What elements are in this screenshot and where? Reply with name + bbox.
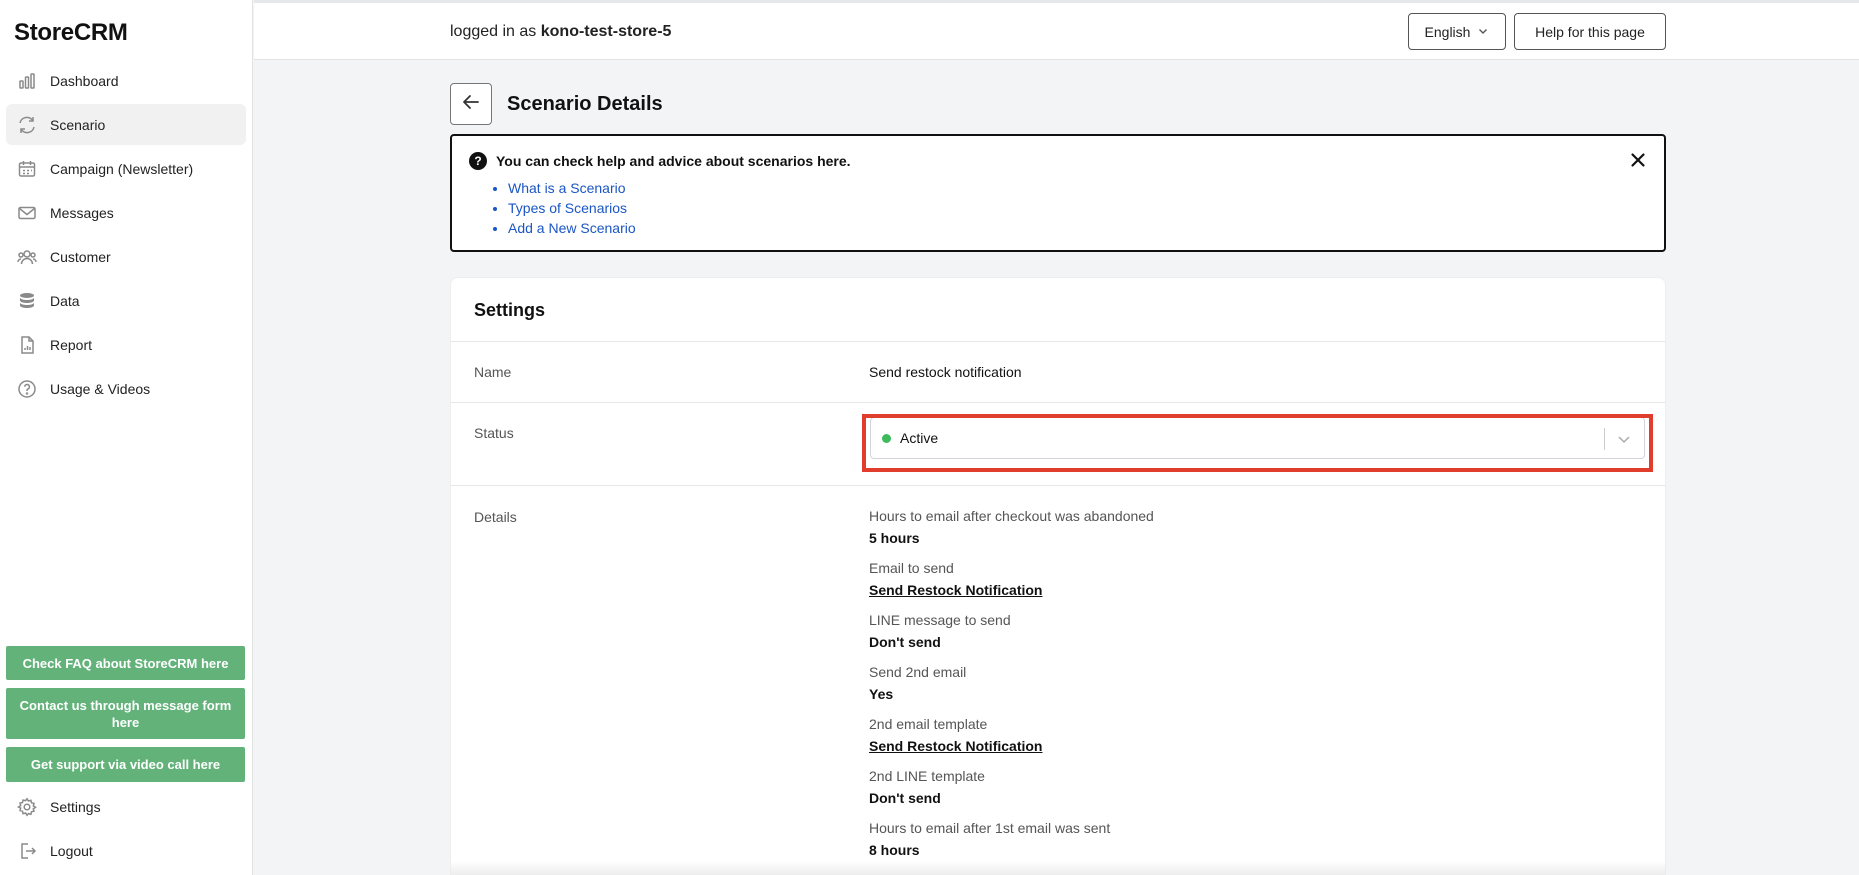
chevron-down-icon	[1477, 24, 1489, 40]
status-selected-value: Active	[900, 430, 939, 446]
sidebar-item-label: Dashboard	[50, 72, 119, 89]
chevron-down-icon[interactable]	[1614, 429, 1634, 449]
sidebar-item-label: Campaign (Newsletter)	[50, 160, 194, 177]
divider	[451, 402, 1665, 403]
settings-card: Settings Name Send restock notification …	[450, 277, 1666, 875]
detail-label: LINE message to send	[869, 612, 1011, 628]
sidebar-item-label: Settings	[50, 798, 101, 815]
report-icon	[16, 334, 38, 356]
sidebar: StoreCRM Dashboard Scenario Campaign (Ne…	[0, 0, 253, 875]
status-label: Status	[474, 425, 514, 441]
help-link-add-new-scenario[interactable]: Add a New Scenario	[508, 220, 636, 236]
list-item: Add a New Scenario	[508, 218, 636, 238]
question-circle-icon	[16, 378, 38, 400]
help-links-list: What is a Scenario Types of Scenarios Ad…	[488, 178, 636, 238]
detail-label: Send 2nd email	[869, 664, 967, 680]
status-select[interactable]: Active	[870, 417, 1645, 459]
sidebar-item-usage-videos[interactable]: Usage & Videos	[6, 368, 246, 409]
logged-in-prefix: logged in as	[450, 23, 537, 40]
sidebar-item-scenario[interactable]: Scenario	[6, 104, 246, 145]
sidebar-item-label: Scenario	[50, 116, 106, 133]
detail-hours-after-abandon: Hours to email after checkout was abando…	[869, 508, 1154, 547]
mail-icon	[16, 202, 38, 224]
language-label: English	[1424, 23, 1471, 40]
users-icon	[16, 246, 38, 268]
logged-in-status: logged in as kono-test-store-5	[450, 23, 671, 41]
help-link-what-is-scenario[interactable]: What is a Scenario	[508, 180, 626, 196]
sidebar-item-messages[interactable]: Messages	[6, 192, 246, 233]
store-name: kono-test-store-5	[540, 23, 672, 40]
close-icon	[1629, 153, 1647, 173]
help-box-heading-text: You can check help and advice about scen…	[496, 153, 851, 169]
contact-form-button[interactable]: Contact us through message form here	[6, 688, 245, 739]
sidebar-item-dashboard[interactable]: Dashboard	[6, 60, 246, 101]
sidebar-nav: Dashboard Scenario Campaign (Newsletter)…	[6, 60, 246, 412]
help-link-types-of-scenarios[interactable]: Types of Scenarios	[508, 200, 627, 216]
name-label: Name	[474, 364, 512, 380]
status-active-dot	[882, 433, 891, 443]
detail-value: Don't send	[869, 634, 941, 650]
sidebar-item-label: Customer	[50, 248, 111, 265]
database-icon	[16, 290, 38, 312]
back-button[interactable]	[450, 83, 492, 125]
top-bar: logged in as kono-test-store-5 English H…	[254, 0, 1859, 60]
detail-value: Don't send	[869, 790, 941, 806]
detail-line-message: LINE message to send Don't send	[869, 612, 1011, 651]
close-help-button[interactable]	[1629, 151, 1647, 169]
divider	[451, 485, 1665, 486]
sidebar-item-label: Usage & Videos	[50, 380, 151, 397]
detail-value: 5 hours	[869, 530, 920, 546]
divider	[451, 341, 1665, 342]
help-page-button[interactable]: Help for this page	[1514, 13, 1666, 50]
details-label: Details	[474, 509, 517, 525]
video-support-button[interactable]: Get support via video call here	[6, 747, 245, 782]
sidebar-item-campaign[interactable]: Campaign (Newsletter)	[6, 148, 246, 189]
sidebar-bottom-nav: Settings Logout	[6, 786, 246, 874]
list-item: Types of Scenarios	[508, 198, 636, 218]
calendar-icon	[16, 158, 38, 180]
arrow-left-icon	[460, 91, 482, 118]
help-box-heading: ? You can check help and advice about sc…	[469, 152, 851, 170]
detail-email-to-send: Email to send Send Restock Notification	[869, 560, 1042, 599]
sidebar-item-data[interactable]: Data	[6, 280, 246, 321]
second-email-template-link[interactable]: Send Restock Notification	[869, 738, 1042, 755]
sidebar-item-settings[interactable]: Settings	[6, 786, 246, 827]
detail-second-email-template: 2nd email template Send Restock Notifica…	[869, 716, 1042, 755]
detail-label: 2nd email template	[869, 716, 988, 732]
app-logo[interactable]: StoreCRM	[14, 19, 128, 47]
sidebar-item-customer[interactable]: Customer	[6, 236, 246, 277]
scroll-fade	[450, 861, 1666, 875]
refresh-icon	[16, 114, 38, 136]
detail-label: Hours to email after checkout was abando…	[869, 508, 1154, 524]
detail-send-second-email: Send 2nd email Yes	[869, 664, 966, 703]
sidebar-item-label: Data	[50, 292, 80, 309]
faq-button[interactable]: Check FAQ about StoreCRM here	[6, 646, 245, 680]
bar-chart-icon	[16, 70, 38, 92]
detail-second-line-template: 2nd LINE template Don't send	[869, 768, 985, 807]
detail-label: Hours to email after 1st email was sent	[869, 820, 1111, 836]
detail-label: 2nd LINE template	[869, 768, 985, 784]
detail-value: Yes	[869, 686, 894, 702]
detail-hours-after-first-email: Hours to email after 1st email was sent …	[869, 820, 1110, 859]
detail-label: Email to send	[869, 560, 954, 576]
gear-icon	[16, 796, 38, 818]
select-separator	[1604, 428, 1605, 450]
email-template-link[interactable]: Send Restock Notification	[869, 582, 1042, 599]
sidebar-item-label: Logout	[50, 842, 93, 859]
logout-icon	[16, 840, 38, 862]
list-item: What is a Scenario	[508, 178, 636, 198]
scenario-name-value: Send restock notification	[869, 364, 1022, 380]
sidebar-item-label: Report	[50, 336, 93, 353]
detail-value: 8 hours	[869, 842, 920, 858]
page-title: Scenario Details	[507, 93, 663, 115]
sidebar-item-logout[interactable]: Logout	[6, 830, 246, 871]
question-icon: ?	[469, 152, 487, 170]
settings-title: Settings	[474, 300, 546, 320]
language-select[interactable]: English	[1408, 13, 1506, 50]
scenario-help-box: ? You can check help and advice about sc…	[450, 134, 1666, 252]
sidebar-item-label: Messages	[50, 204, 114, 221]
sidebar-item-report[interactable]: Report	[6, 324, 246, 365]
